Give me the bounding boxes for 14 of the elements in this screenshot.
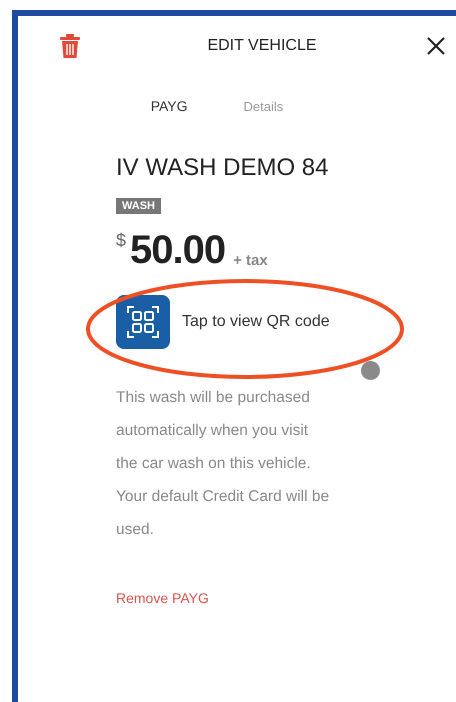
close-icon[interactable] <box>426 36 446 56</box>
wash-tag: WASH <box>116 198 161 214</box>
touch-indicator <box>361 361 380 380</box>
tab[interactable]: PAYG <box>150 98 188 114</box>
vehicle-name: IV WASH DEMO 84 <box>116 154 330 182</box>
tax-note: + tax <box>233 252 268 269</box>
qr-code-icon[interactable] <box>116 295 170 349</box>
panel-title: EDIT VEHICLE <box>207 37 317 55</box>
view-qr-code-button[interactable]: Tap to view QR code <box>182 313 330 331</box>
description-text: This wash will be purchased automatically when you visit the car wash on this vehicle. Your default Credit Card will be used. <box>116 388 330 540</box>
trash-icon[interactable] <box>60 34 80 58</box>
currency-symbol: $ <box>116 230 126 251</box>
remove-payg-link[interactable]: Remove PAYG <box>116 590 209 606</box>
price-amount: 50.00 <box>130 228 226 273</box>
